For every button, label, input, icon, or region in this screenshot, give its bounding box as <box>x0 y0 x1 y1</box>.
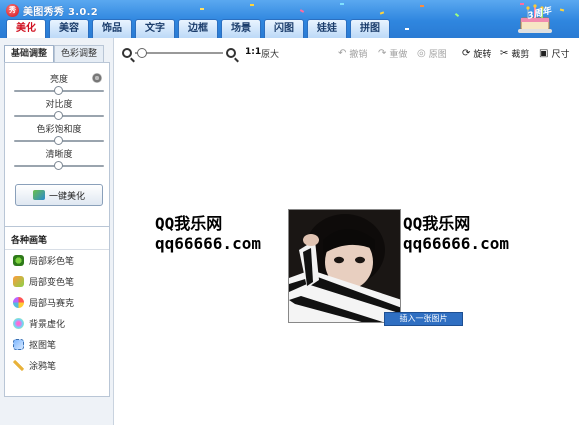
app-logo-icon: 秀 <box>6 3 19 17</box>
zoom-slider-track[interactable] <box>135 52 223 54</box>
undo-icon: ↶ <box>338 47 347 59</box>
resize-label: 尺寸 <box>551 50 570 60</box>
pen-local-color[interactable]: 局部彩色笔 <box>13 254 74 267</box>
original-icon: ◎ <box>417 47 426 59</box>
tab-scene[interactable]: 场景 <box>221 19 261 38</box>
pen-background-blur[interactable]: 背景虚化 <box>13 317 65 330</box>
original-button[interactable]: ◎ 原图 <box>417 47 447 60</box>
photo-thumbnail[interactable] <box>288 209 401 323</box>
slider-knob[interactable] <box>54 161 63 170</box>
original-label: 原图 <box>428 50 447 60</box>
watermark-line: QQ我乐网 <box>403 214 471 233</box>
recolor-pen-icon <box>13 276 24 287</box>
zoom-slider-knob[interactable] <box>136 48 147 58</box>
pen-cutout[interactable]: 抠图笔 <box>13 338 56 351</box>
redo-icon: ↷ <box>378 47 387 59</box>
tab-collage[interactable]: 拼图 <box>350 19 390 38</box>
button-label: 一键美化 <box>48 191 85 202</box>
mosaic-icon <box>13 297 24 308</box>
rotate-label: 旋转 <box>473 50 492 60</box>
app-title: 秀 美图秀秀 3.0.2 <box>6 3 98 18</box>
blur-icon <box>13 318 24 329</box>
portrait-photo <box>289 210 400 322</box>
pen-label: 抠图笔 <box>29 341 57 351</box>
tab-accessories[interactable]: 饰品 <box>92 19 132 38</box>
main-tabs: 美化 美容 饰品 文字 边框 场景 闪图 娃娃 拼图 <box>6 19 390 38</box>
doodle-pen-icon <box>13 360 24 371</box>
slider-knob[interactable] <box>54 136 63 145</box>
resize-button[interactable]: ▣ 尺寸 <box>539 47 569 60</box>
watermark-right: QQ我乐网 qq66666.com <box>403 214 509 254</box>
canvas-area[interactable]: QQ我乐网 qq66666.com QQ我乐网 qq66666.com 插入一张… <box>114 68 579 425</box>
actual-size-ratio[interactable]: 1:1 <box>245 47 261 57</box>
left-panel: 基础调整 色彩调整 亮度 对比度 色彩饱和度 清晰度 一键美化 各种画笔 局部彩… <box>0 38 114 425</box>
crop-label: 裁剪 <box>511 50 530 60</box>
watermark-line: QQ我乐网 <box>155 214 223 233</box>
rotate-icon: ⟳ <box>462 47 471 59</box>
watermark-left: QQ我乐网 qq66666.com <box>155 214 261 254</box>
undo-label: 撤销 <box>349 50 368 60</box>
tab-text[interactable]: 文字 <box>135 19 175 38</box>
one-key-beautify-button[interactable]: 一键美化 <box>15 184 103 206</box>
crop-button[interactable]: ✂ 裁剪 <box>500 47 529 60</box>
watermark-line: qq66666.com <box>403 234 509 253</box>
tab-doll[interactable]: 娃娃 <box>307 19 347 38</box>
basic-adjust-panel: 亮度 对比度 色彩饱和度 清晰度 一键美化 <box>4 62 110 252</box>
pen-label: 涂鸦笔 <box>29 362 57 372</box>
context-menu-insert-image[interactable]: 插入一张图片 <box>384 312 463 326</box>
app-title-text: 美图秀秀 3.0.2 <box>23 6 98 18</box>
pen-label: 局部彩色笔 <box>29 257 75 267</box>
toolbar: 1:1 原大 ↶ 撤销 ↷ 重做 ◎ 原图 ⟳ 旋转 ✂ 裁剪 ▣ 尺寸 <box>114 38 579 68</box>
watermark-line: qq66666.com <box>155 234 261 253</box>
pen-local-recolor[interactable]: 局部变色笔 <box>13 275 74 288</box>
pens-panel: 各种画笔 局部彩色笔 局部变色笔 局部马赛克 背景虚化 抠图笔 涂鸦笔 <box>4 226 110 397</box>
pen-label: 局部变色笔 <box>29 278 75 288</box>
adjust-subtabs: 基础调整 色彩调整 <box>4 45 105 62</box>
tab-flash[interactable]: 闪图 <box>264 19 304 38</box>
actual-size-label[interactable]: 原大 <box>261 47 279 60</box>
sharpness-slider[interactable]: 清晰度 <box>14 150 104 170</box>
brightness-slider[interactable]: 亮度 <box>14 75 104 95</box>
title-bar: 秀 美图秀秀 3.0.2 美化 美容 饰品 文字 边框 场景 闪图 娃娃 拼图 … <box>0 0 579 38</box>
tab-frame[interactable]: 边框 <box>178 19 218 38</box>
zoom-in-icon[interactable] <box>226 48 236 58</box>
saturation-slider[interactable]: 色彩饱和度 <box>14 125 104 145</box>
scissors-icon: ✂ <box>500 47 509 59</box>
pen-label: 背景虚化 <box>29 320 66 330</box>
zoom-out-icon[interactable] <box>122 48 132 58</box>
divider <box>5 249 109 250</box>
pen-doodle[interactable]: 涂鸦笔 <box>13 359 56 372</box>
tab-beautify[interactable]: 美化 <box>6 19 46 38</box>
color-pen-icon <box>13 255 24 266</box>
redo-button[interactable]: ↷ 重做 <box>378 47 407 60</box>
cutout-icon <box>13 339 24 350</box>
undo-button[interactable]: ↶ 撤销 <box>338 47 367 60</box>
slider-label: 亮度 <box>49 75 68 85</box>
magic-icon <box>32 190 45 200</box>
slider-knob[interactable] <box>54 86 63 95</box>
pen-local-mosaic[interactable]: 局部马赛克 <box>13 296 74 309</box>
contrast-slider[interactable]: 对比度 <box>14 100 104 120</box>
pen-label: 局部马赛克 <box>29 299 75 309</box>
slider-label: 色彩饱和度 <box>36 125 82 135</box>
pens-title: 各种画笔 <box>11 236 48 246</box>
slider-knob[interactable] <box>54 111 63 120</box>
slider-label: 清晰度 <box>45 150 73 160</box>
resize-icon: ▣ <box>539 47 549 59</box>
tab-face[interactable]: 美容 <box>49 19 89 38</box>
redo-label: 重做 <box>389 50 408 60</box>
slider-label: 对比度 <box>45 100 73 110</box>
tab-color-adjust[interactable]: 色彩调整 <box>54 45 105 62</box>
rotate-button[interactable]: ⟳ 旋转 <box>462 47 491 60</box>
tab-basic-adjust[interactable]: 基础调整 <box>4 45 55 62</box>
